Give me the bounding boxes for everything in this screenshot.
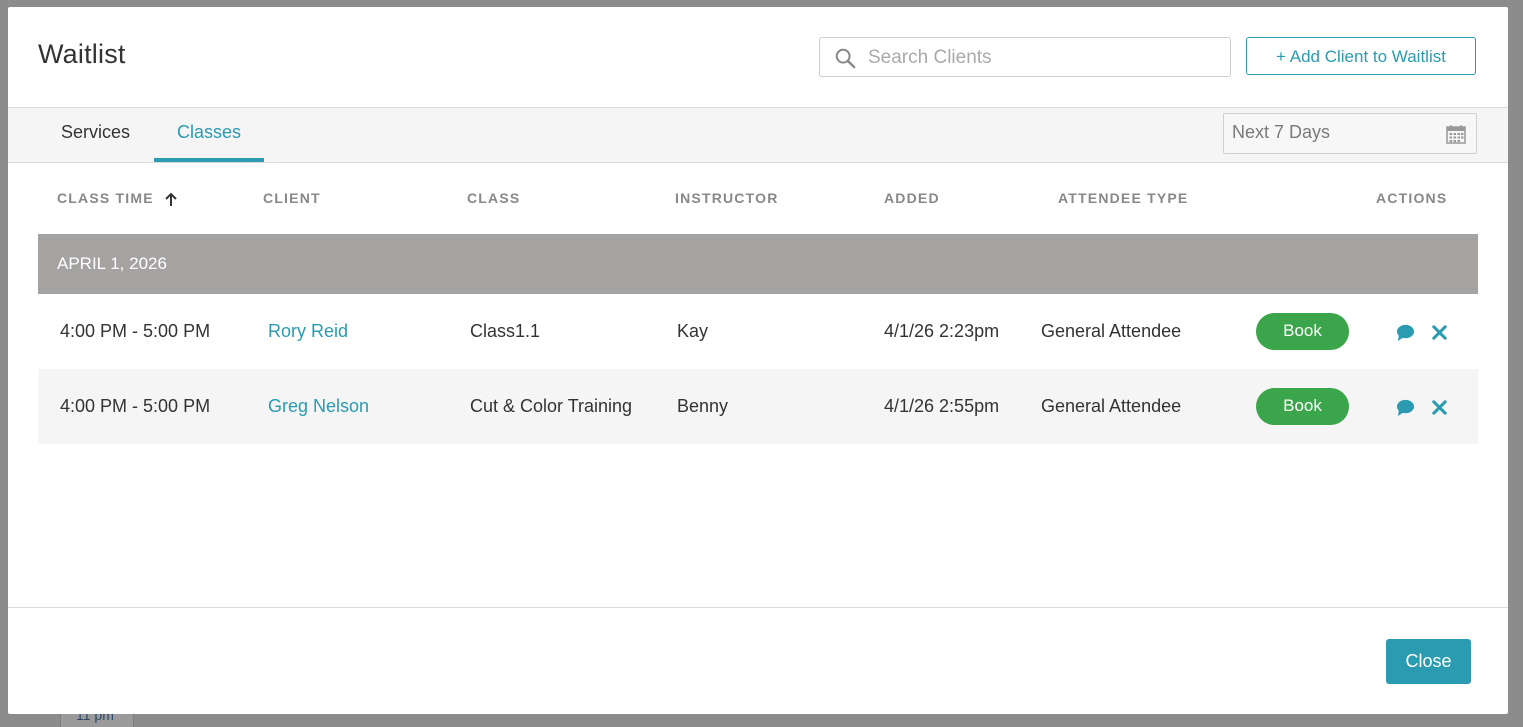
comment-icon[interactable] <box>1396 398 1415 417</box>
cell-client-link[interactable]: Greg Nelson <box>268 396 369 417</box>
column-header-attendee-type: ATTENDEE TYPE <box>1058 190 1189 206</box>
column-header-class-time[interactable]: CLASS TIME <box>57 190 177 207</box>
cell-class-time: 4:00 PM - 5:00 PM <box>60 321 211 341</box>
cell-class: Cut & Color Training <box>470 396 633 416</box>
column-header-actions: ACTIONS <box>1376 190 1448 206</box>
column-header-client: CLIENT <box>263 190 321 206</box>
tab-bar: Services Classes Next 7 Days <box>8 108 1508 163</box>
cell-added: 4/1/26 2:55pm <box>884 396 1000 416</box>
remove-icon[interactable] <box>1430 398 1449 417</box>
cell-added: 4/1/26 2:23pm <box>884 321 1000 341</box>
search-input[interactable] <box>866 42 1220 74</box>
comment-icon[interactable] <box>1396 323 1415 342</box>
modal-title: Waitlist <box>38 39 126 69</box>
column-header-added: ADDED <box>884 190 940 206</box>
calendar-icon <box>1446 125 1466 144</box>
remove-icon[interactable] <box>1430 323 1449 342</box>
column-header-class: CLASS <box>467 190 521 206</box>
date-group-label: APRIL 1, 2026 <box>57 254 167 273</box>
cell-client-link[interactable]: Rory Reid <box>268 321 348 342</box>
cell-class-time: 4:00 PM - 5:00 PM <box>60 396 211 416</box>
cell-class: Class1.1 <box>470 321 541 341</box>
book-button[interactable]: Book <box>1256 388 1349 425</box>
modal-header: Waitlist + Add Client to Waitlist <box>8 7 1508 108</box>
arrow-up-icon <box>165 192 177 207</box>
table-row: 4:00 PM - 5:00 PM Rory Reid Class1.1 Kay… <box>38 294 1478 369</box>
cell-attendee-type: General Attendee <box>1041 321 1182 341</box>
modal-footer: Close <box>8 607 1508 715</box>
cell-attendee-type: General Attendee <box>1041 396 1182 416</box>
waitlist-modal: Waitlist + Add Client to Waitlist Servic… <box>8 7 1508 714</box>
add-client-to-waitlist-button[interactable]: + Add Client to Waitlist <box>1246 37 1476 75</box>
book-button[interactable]: Book <box>1256 313 1349 350</box>
column-header-label: CLASS TIME <box>57 190 154 206</box>
column-header-instructor: INSTRUCTOR <box>675 190 779 206</box>
cell-instructor: Benny <box>677 396 729 416</box>
date-range-value: Next 7 Days <box>1232 122 1331 142</box>
close-button[interactable]: Close <box>1386 639 1471 684</box>
date-range-select[interactable]: Next 7 Days <box>1223 113 1477 154</box>
cell-instructor: Kay <box>677 321 709 341</box>
search-icon <box>835 48 856 69</box>
table-row: 4:00 PM - 5:00 PM Greg Nelson Cut & Colo… <box>38 369 1478 444</box>
tab-services[interactable]: Services <box>38 108 153 162</box>
search-box[interactable] <box>819 37 1231 77</box>
tab-classes[interactable]: Classes <box>154 108 264 162</box>
date-group-header: APRIL 1, 2026 <box>38 234 1478 294</box>
